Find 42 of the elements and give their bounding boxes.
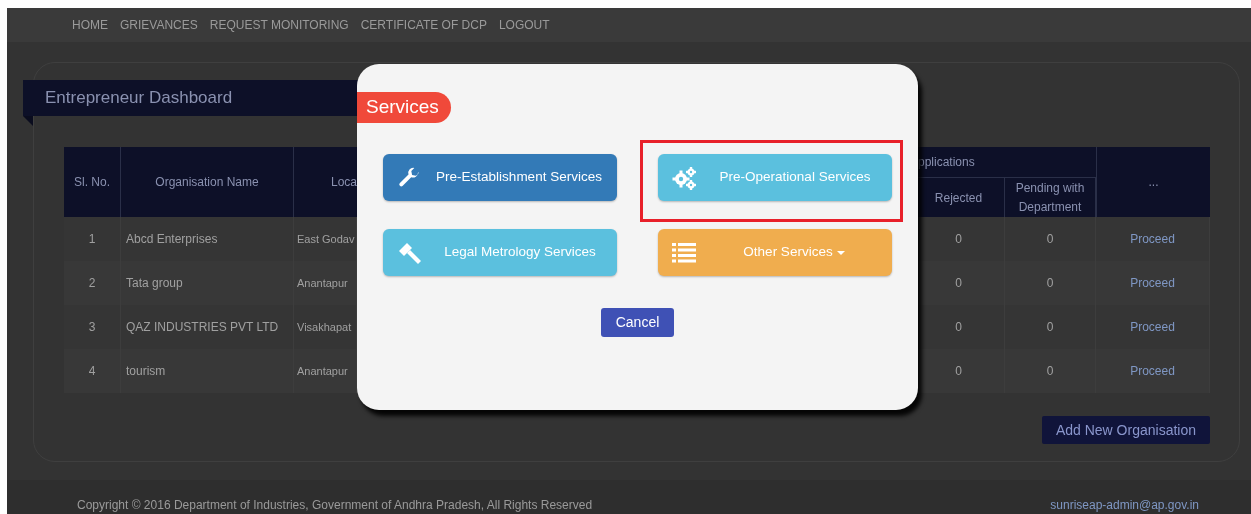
cancel-button[interactable]: Cancel [600,308,675,337]
nav-link[interactable]: HOME [72,16,108,34]
dashboard-title: Entrepreneur Dashboard [45,87,233,110]
proceed-link[interactable]: Proceed [1130,274,1175,292]
table-cell-text: 1 [88,231,96,248]
table-cell-text: 0 [955,231,962,248]
list-icon [672,242,696,263]
table-cell-text: 0 [955,275,962,292]
table-cell-text: Visakhapat [297,319,352,335]
table-cell-text: 0 [955,363,962,380]
table-cell-text: 0 [1046,319,1054,336]
table-cell-text: Tata group [126,275,183,292]
column-header: Loca [329,174,357,191]
email-link[interactable]: sunriseap-admin@ap.gov.in [1050,498,1199,513]
table-cell-text: QAZ INDUSTRIES PVT LTD [126,319,279,336]
table-cell-text: East Godav [297,231,355,247]
service-button[interactable]: Pre-Establishment Services [383,154,617,201]
gears-icon [672,165,698,190]
proceed-link[interactable]: Proceed [1130,362,1175,380]
nav-link[interactable]: LOGOUT [498,16,550,34]
table-cell-text: 0 [1046,231,1054,248]
table-cell-text: 0 [955,319,962,336]
nav-link[interactable]: GRIEVANCES [120,16,198,34]
nav-link[interactable]: REQUEST MONITORING [209,16,349,34]
proceed-link[interactable]: Proceed [1130,230,1175,248]
service-button[interactable]: Pre-Operational Services [658,154,892,201]
table-cell-text: 0 [1046,363,1054,380]
service-button[interactable]: Legal Metrology Services [383,229,617,276]
copyright-text: Copyright © 2016 Department of Industries, Government of Andhra Pradesh, All Rights Reserved [77,498,593,513]
add-organisation-button[interactable]: Add New Organisation [1041,416,1210,444]
table-cell-text: 2 [88,275,96,292]
services-title: Services [357,92,451,123]
table-cell-text: 0 [1046,275,1054,292]
table-cell-text: Abcd Enterprises [126,231,218,248]
table-cell-text: Anantapur [297,363,348,379]
table-cell-text: 4 [88,363,96,380]
proceed-link[interactable]: Proceed [1130,318,1175,336]
table-cell-text: 3 [88,319,96,336]
nav-link[interactable]: CERTIFICATE OF DCP [360,16,487,34]
table-cell-text: Anantapur [297,275,348,291]
gavel-icon [397,240,423,265]
table-cell-text: tourism [126,363,166,380]
